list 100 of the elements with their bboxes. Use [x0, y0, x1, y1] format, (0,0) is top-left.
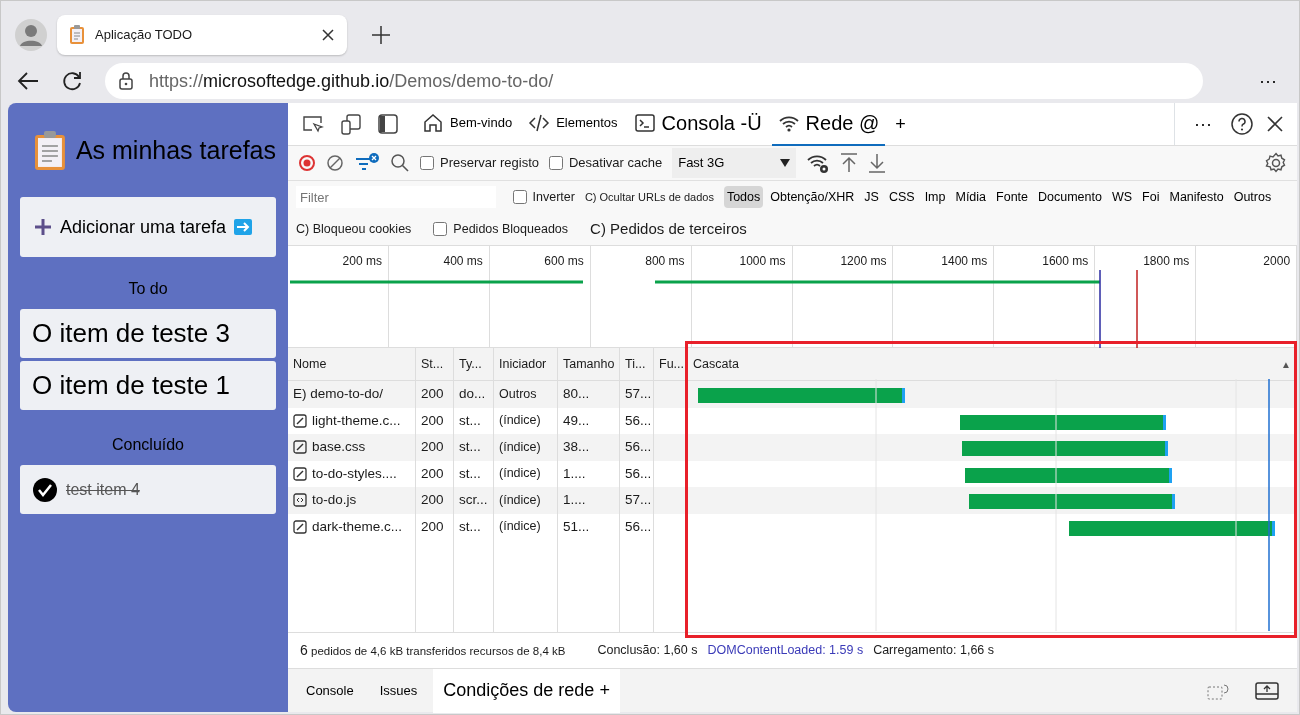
device-icon[interactable]	[340, 113, 362, 135]
type-filter[interactable]: WS	[1108, 185, 1136, 209]
inspect-icon[interactable]	[302, 114, 324, 134]
type-filter[interactable]: Manifesto	[1166, 185, 1227, 209]
refresh-icon[interactable]	[61, 70, 83, 92]
table-row[interactable]: E) demo-to-do/ 200 do... Outros 80... 57...	[288, 381, 1297, 408]
table-row[interactable]: dark-theme.c... 200 st... (índice) 51... 56...	[288, 513, 1297, 540]
table-cell-text: (índice)	[499, 491, 541, 509]
column-header[interactable]: St...	[416, 348, 454, 381]
table-cell-text: st...	[459, 517, 481, 536]
task-item[interactable]: O item de teste 1	[20, 361, 276, 410]
lock-icon	[119, 72, 133, 90]
devtools-tab[interactable]: Consola -Ü	[627, 103, 768, 146]
third-party-label: C) Pedidos de terceiros	[590, 218, 747, 239]
table-cell-text: (índice)	[499, 412, 541, 430]
type-filter[interactable]: Documento	[1035, 185, 1105, 209]
column-header[interactable]: Ty...	[454, 348, 494, 381]
devtools-tab[interactable]: Elementos	[522, 103, 624, 146]
more-button[interactable]: ···	[1253, 67, 1283, 95]
invert-checkbox[interactable]	[512, 190, 527, 204]
table-cell-text: (índice)	[499, 518, 541, 536]
dock-icon[interactable]	[378, 114, 398, 134]
file-name[interactable]: light-theme.c...	[312, 410, 401, 431]
stylesheet-icon	[293, 413, 307, 428]
task-item[interactable]: test item 4	[20, 465, 276, 514]
clipboard-icon	[34, 131, 66, 171]
more-button[interactable]: ···	[1188, 110, 1218, 138]
column-header[interactable]: Iniciador	[494, 348, 558, 381]
help-icon[interactable]	[1231, 113, 1253, 135]
dock-bottom-icon[interactable]	[1255, 681, 1279, 700]
type-filter[interactable]: Obtenção/XHR	[767, 185, 858, 209]
home-icon	[422, 112, 444, 134]
caret-icon	[780, 159, 791, 167]
table-cell-text: 56...	[625, 517, 652, 536]
checkbox-label: Desativar cache	[569, 154, 663, 173]
hide-data-urls-label: C) Ocultar URLs de dados	[584, 189, 714, 205]
close-icon[interactable]	[321, 28, 335, 42]
devtools-tab[interactable]: Bem-vindo	[416, 103, 519, 146]
table-row[interactable]: base.css 200 st... (índice) 38... 56...	[288, 434, 1297, 461]
column-header[interactable]: Tamanho	[558, 348, 620, 381]
section-heading: Concluído	[110, 435, 185, 455]
table-cell-text: 80...	[563, 385, 590, 404]
file-name[interactable]: E) demo-to-do/	[293, 384, 384, 405]
file-name[interactable]: dark-theme.c...	[312, 516, 403, 537]
add-tab-button[interactable]: +	[889, 110, 912, 138]
tick-label: 200 ms	[342, 254, 382, 268]
drawer-tab[interactable]: Console	[296, 668, 364, 713]
script-icon	[293, 493, 307, 508]
address-bar[interactable]: https://microsoftedge.github.io/Demos/demo-to-do/	[105, 63, 1203, 99]
tick-label: 800 ms	[645, 254, 685, 268]
avatar-icon[interactable]	[15, 19, 47, 51]
upload-icon[interactable]	[840, 153, 859, 173]
table-row[interactable]: to-do.js 200 scr... (índice) 1.... 57...	[288, 487, 1297, 514]
type-filter[interactable]: Todos	[723, 185, 764, 209]
settings-icon[interactable]	[1265, 152, 1287, 174]
file-name[interactable]: base.css	[312, 437, 366, 458]
drawer-tab[interactable]: Issues	[369, 668, 428, 713]
table-cell-text: 57...	[625, 491, 652, 510]
column-header[interactable]: Cascata ▲	[688, 348, 1297, 381]
file-name[interactable]: to-do-styles....	[312, 463, 397, 484]
close-icon[interactable]	[1266, 115, 1284, 133]
table-cell-text: 56...	[625, 464, 652, 483]
file-name[interactable]: to-do.js	[312, 490, 357, 511]
table-cell-text: st...	[459, 438, 481, 457]
sort-indicator[interactable]: ▲	[1281, 356, 1291, 372]
table-cell-text: 1....	[563, 464, 586, 483]
table-cell-text: st...	[459, 411, 481, 430]
table-cell-text: (índice)	[499, 465, 541, 483]
disable-cache-checkbox[interactable]	[549, 156, 563, 170]
search-icon[interactable]	[390, 153, 410, 173]
type-filter[interactable]: Mídia	[952, 185, 990, 209]
task-item[interactable]: O item de teste 3	[20, 309, 276, 358]
record-icon[interactable]	[298, 154, 316, 172]
drawer-tab[interactable]: Condições de rede +	[433, 668, 620, 713]
type-filter[interactable]: CSS	[885, 185, 918, 209]
section-heading: To do	[127, 279, 169, 299]
type-filter[interactable]: Foi	[1139, 185, 1163, 209]
new-tab-icon[interactable]	[371, 25, 391, 45]
type-filter[interactable]: Fonte	[993, 185, 1031, 209]
add-task-button[interactable]: Adicionar uma tarefa	[20, 197, 276, 257]
filter-field[interactable]: Filter	[296, 186, 496, 208]
dom-loaded-time: DOMContentLoaded: 1.59 s	[707, 642, 864, 660]
type-filter[interactable]: JS	[861, 185, 882, 209]
back-icon[interactable]	[17, 71, 39, 91]
stylesheet-icon	[293, 440, 307, 455]
code-icon	[528, 112, 551, 134]
console-icon	[633, 112, 656, 134]
column-header[interactable]: Nome	[288, 348, 416, 381]
type-filter[interactable]: Outros	[1230, 185, 1275, 209]
throttling-dropdown[interactable]: Fast 3G	[672, 148, 797, 178]
check-circle-icon[interactable]	[32, 476, 58, 503]
download-icon[interactable]	[868, 153, 887, 173]
clear-icon[interactable]	[326, 154, 344, 172]
url-text: https://microsoftedge.github.io/Demos/demo-to-do/	[149, 69, 554, 93]
column-header[interactable]: Ti...	[620, 348, 654, 381]
preserve-log-checkbox[interactable]	[420, 156, 434, 170]
blocked-requests-checkbox[interactable]	[433, 222, 448, 236]
tick-label: 600 ms	[544, 254, 584, 268]
column-header[interactable]: Fu...	[654, 348, 688, 381]
type-filter[interactable]: Imp	[921, 185, 949, 209]
